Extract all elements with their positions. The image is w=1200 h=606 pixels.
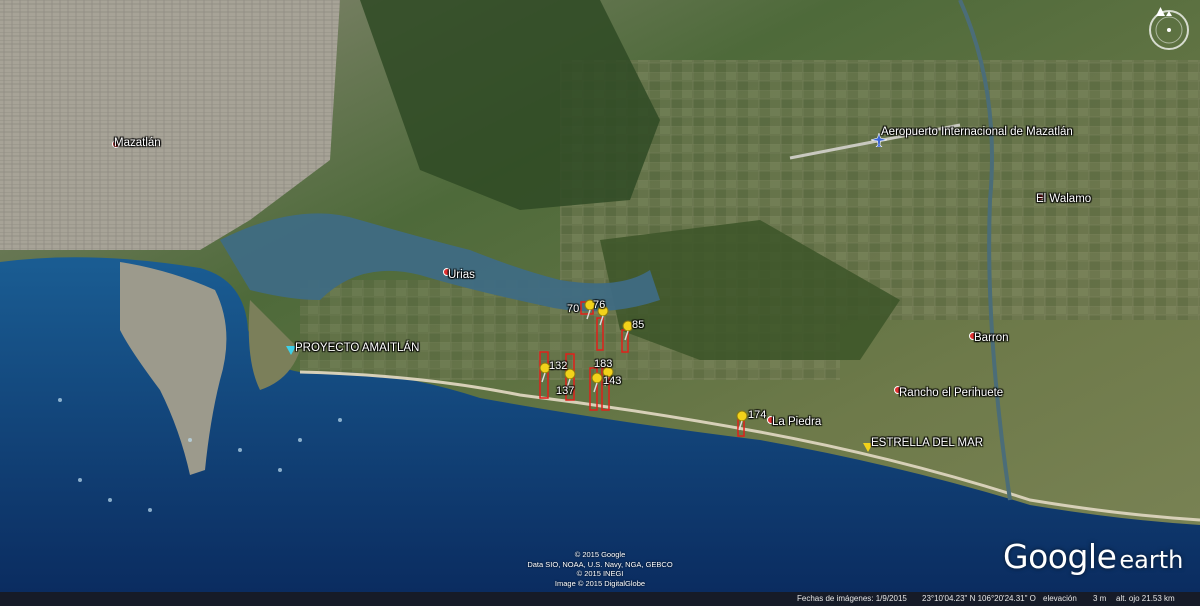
- lot-label-183[interactable]: 183: [594, 358, 612, 370]
- copyright-line: Data SIO, NOAA, U.S. Navy, NGA, GEBCO: [527, 559, 673, 569]
- coordinates-readout: 23°10'04.23" N 106°20'24.31" O: [922, 594, 1036, 603]
- status-bar: Fechas de imágenes: 1/9/2015 23°10'04.23…: [0, 592, 1200, 606]
- lot-label-174[interactable]: 174: [748, 409, 766, 421]
- place-label-perihuete[interactable]: Rancho el Perihuete: [899, 387, 1003, 399]
- elevation-label: elevación: [1043, 594, 1077, 603]
- elevation-value: 3 m: [1093, 594, 1107, 603]
- lot-label-137[interactable]: 137: [556, 385, 574, 397]
- lot-label-143[interactable]: 143: [603, 375, 621, 387]
- lot-label-76[interactable]: 76: [593, 299, 605, 311]
- eye-altitude: alt. ojo 21.53 km: [1116, 594, 1175, 603]
- place-label-airport[interactable]: Aeropuerto Internacional de Mazatlán: [881, 126, 1073, 138]
- place-label-barron[interactable]: Barron: [974, 332, 1009, 344]
- logo-earth: earth: [1119, 546, 1184, 574]
- lot-label-132[interactable]: 132: [549, 360, 567, 372]
- place-label-proyecto[interactable]: PROYECTO AMAITLÁN: [295, 342, 419, 354]
- copyright-notice: © 2015 Google Data SIO, NOAA, U.S. Navy,…: [500, 550, 700, 588]
- lot-label-85[interactable]: 85: [632, 319, 644, 331]
- place-label-mazatlan[interactable]: Mazatlán: [114, 137, 161, 149]
- place-label-estrella[interactable]: ESTRELLA DEL MAR: [871, 437, 983, 449]
- imagery-date: Fechas de imágenes: 1/9/2015: [797, 594, 907, 603]
- lot-label-70[interactable]: 70: [567, 303, 579, 315]
- compass-icon[interactable]: [1147, 8, 1191, 52]
- copyright-line: © 2015 Google: [574, 550, 626, 559]
- google-earth-logo: Google earth: [1003, 537, 1183, 576]
- north-indicator-icon: [1156, 7, 1165, 16]
- map-view[interactable]: Mazatlán Urias PROYECTO AMAITLÁN Aeropue…: [0, 0, 1200, 606]
- place-label-lapiedra[interactable]: La Piedra: [772, 416, 821, 428]
- logo-google: Google: [1003, 537, 1117, 576]
- copyright-line: Image © 2015 DigitalGlobe: [554, 578, 646, 588]
- place-label-urias[interactable]: Urias: [448, 269, 475, 281]
- copyright-line: © 2015 INEGI: [576, 569, 624, 578]
- place-label-walamo[interactable]: El Walamo: [1036, 193, 1091, 205]
